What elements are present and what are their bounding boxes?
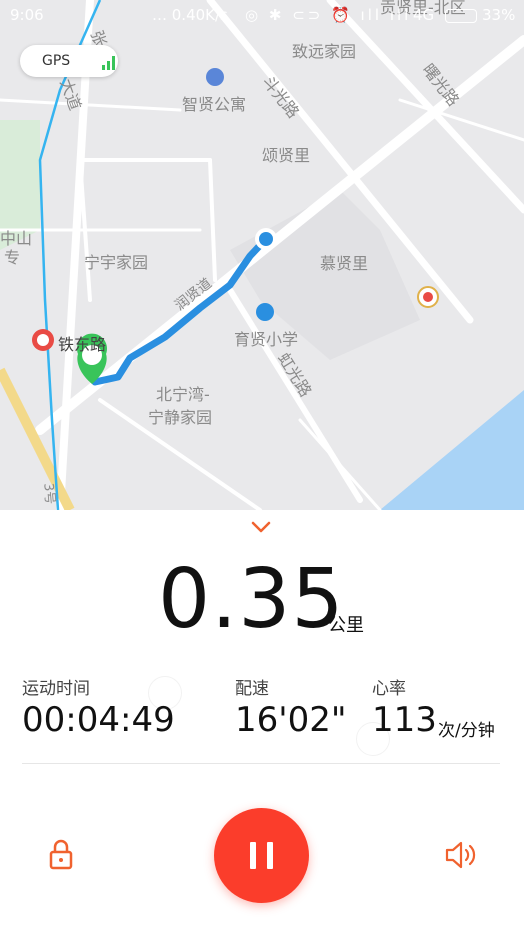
map-label-ningyu: 宁宇家园 [84,253,149,272]
map-label-zhixian: 智贤公寓 [182,95,247,114]
status-battery: 33% [482,6,516,24]
status-bar: 9:06 … 0.40K/s ◎ ✱ ⊂⊃ ⏰ ıll ıll 4G 33% [0,0,524,30]
map-label-zhiyuan: 致远家园 [292,42,357,61]
map-label-muxianli: 慕贤里 [320,254,369,273]
pace-label: 配速 [235,679,269,699]
map-label-ningjing: 宁静家园 [148,408,213,427]
map-label-zhuan: 专 [4,248,21,267]
gps-signal-icon [102,54,120,70]
battery-icon [445,9,477,23]
chevron-down-icon[interactable] [250,520,272,534]
gps-indicator: GPS [20,45,118,77]
duration-label: 运动时间 [22,679,90,699]
pace-value: 16'02" [235,700,347,740]
distance-value: 0.35 [158,552,345,647]
map-label-tiedonglu: 铁东路 [58,335,107,354]
pause-icon [267,842,273,869]
map-label-beiningwan: 北宁湾- [156,385,210,404]
heart-rate-unit: 次/分钟 [438,721,495,741]
heart-rate-label: 心率 [372,679,406,699]
status-time: 9:06 [10,6,44,24]
status-icons: ◎ ✱ ⊂⊃ ⏰ ıll ıll [245,6,412,24]
distance-unit: 公里 [328,615,364,636]
pause-icon [250,842,256,869]
duration-value: 00:04:49 [22,700,175,740]
status-network-speed: … 0.40K/s [152,6,228,24]
divider [22,763,500,764]
speaker-icon[interactable] [443,838,479,872]
road-label-line3: 3号 [40,482,58,505]
pause-button[interactable] [214,808,309,903]
status-network-type: 4G [413,6,435,24]
lock-icon[interactable] [46,838,76,872]
heart-rate-value: 113 [372,700,437,740]
gps-label: GPS [42,53,71,69]
map-label-yuxian: 育贤小学 [234,330,299,349]
map-label-songxianli: 颂贤里 [262,146,311,165]
route-map[interactable]: 致远家园 智贤公寓 颂贤里 慕贤里 宁宇家园 育贤小学 北宁湾- 宁静家园 铁东… [0,0,524,510]
